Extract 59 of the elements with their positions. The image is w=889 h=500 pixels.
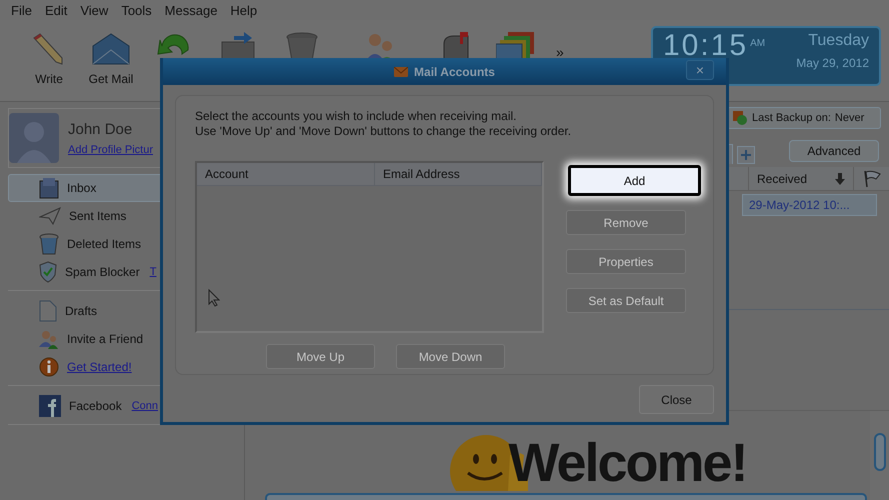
facebook-icon [39,395,61,417]
get-started-link[interactable]: Get Started! [67,360,132,374]
advanced-button[interactable]: Advanced [789,140,879,162]
menu-item[interactable]: Tools [121,2,152,18]
backup-icon [732,110,748,126]
inbox-tray-icon [39,177,59,199]
received-cell[interactable]: 29-May-2012 10:... [742,194,877,216]
backup-label: Last Backup on: [752,112,831,124]
envelope-icon [91,32,131,66]
mouse-pointer-icon [208,289,220,307]
dialog-title: Mail Accounts [414,64,495,78]
paper-plane-icon [39,207,61,225]
accounts-list[interactable]: Account Email Address [195,161,544,333]
instruction-text: Use 'Move Up' and 'Move Down' buttons to change the receiving order. [195,124,572,139]
flag-icon [862,170,880,188]
sidebar-link[interactable]: Conn [132,400,158,412]
instruction-text: Select the accounts you wish to include when receiving mail. [195,109,518,124]
clock-date: May 29, 2012 [796,56,869,70]
menu-item[interactable]: Help [230,2,258,18]
profile-name[interactable]: John Doe [68,120,153,138]
close-button[interactable]: × [686,60,714,80]
column-header[interactable]: Email Address [375,163,542,185]
sidebar-item-label[interactable]: Drafts [65,304,98,318]
clock-meridiem: AM [750,38,766,49]
sidebar-item-label[interactable]: Inbox [67,181,96,195]
sidebar-item-label[interactable]: Sent Items [69,209,126,223]
toolbar-button-label[interactable]: Get Mail [88,72,134,86]
sidebar-link[interactable]: T [150,266,156,278]
dialog-button[interactable]: Add [568,165,701,196]
sidebar-item[interactable]: Get Started! [8,353,236,381]
close-button[interactable]: Close [639,385,714,414]
menu-item[interactable]: Edit [44,2,68,18]
sidebar-item-label[interactable]: Invite a Friend [67,332,144,346]
shield-check-icon [39,261,57,283]
document-icon [39,300,57,322]
column-header[interactable]: Received [748,167,853,190]
sidebar-item[interactable]: Facebook Conn [8,392,236,420]
plus-icon [741,150,751,160]
trash-icon [39,233,59,255]
last-backup-button[interactable]: Last Backup on: Never [727,107,881,129]
menu-item[interactable]: View [80,2,108,18]
sort-arrow-icon [835,172,845,184]
column-header[interactable]: Account [197,163,375,185]
add-picture-link[interactable]: Add Profile Pictur [68,144,153,156]
sidebar-item-label[interactable]: Facebook [69,399,122,413]
backup-value: Never [834,112,864,124]
overflow-chevron[interactable]: » [556,44,564,60]
menu-item[interactable]: File [11,2,32,18]
menu-item[interactable]: Message [164,2,218,18]
sidebar-item-label[interactable]: Deleted Items [67,237,142,251]
toolbar-button-label[interactable]: Write [35,72,63,86]
envelope-icon [394,66,408,76]
info-icon [39,357,59,377]
sidebar-item-label[interactable]: Spam Blocker [65,265,140,279]
clock-time: 10:15 [663,32,748,60]
avatar-silhouette [9,113,59,163]
clock-day: Tuesday [808,32,869,50]
people-icon [39,329,59,349]
add-tab-button[interactable] [737,146,755,164]
